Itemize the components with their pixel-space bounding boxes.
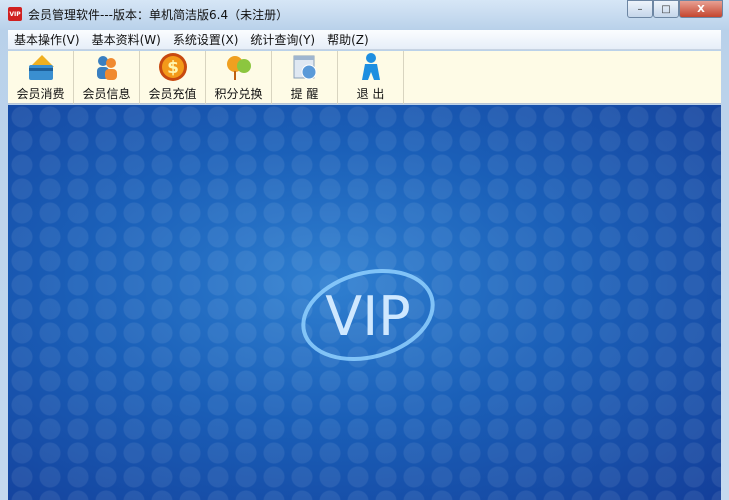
points-exchange-button[interactable]: 积分兑换 (206, 51, 272, 104)
main-background: VIP (8, 105, 721, 500)
exchange-icon (224, 52, 254, 82)
svg-text:$: $ (167, 58, 179, 78)
title-bar: VIP 会员管理软件---版本：单机简洁版6.4（未注册） – □ X (0, 0, 729, 28)
member-info-label: 会员信息 (82, 87, 131, 101)
member-info-button[interactable]: 会员信息 (74, 51, 140, 104)
exit-button[interactable]: 退 出 (338, 51, 404, 104)
menu-help[interactable]: 帮助(Z) (321, 31, 375, 48)
member-consume-button[interactable]: 会员消费 (8, 51, 74, 104)
reminder-clock-icon (290, 52, 320, 82)
credit-card-icon (26, 52, 56, 82)
maximize-button[interactable]: □ (653, 0, 679, 18)
member-consume-label: 会员消费 (16, 87, 65, 101)
menu-statistics[interactable]: 统计查询(Y) (244, 31, 321, 48)
dollar-coin-icon: $ (158, 52, 188, 82)
menu-bar: 基本操作(V) 基本资料(W) 系统设置(X) 统计查询(Y) 帮助(Z) (8, 30, 721, 50)
exit-person-icon (356, 52, 386, 82)
menu-basic-ops[interactable]: 基本操作(V) (8, 31, 86, 48)
users-icon (92, 52, 122, 82)
member-recharge-label: 会员充值 (148, 87, 197, 101)
toolbar: 会员消费 会员信息 $ 会员充值 积分兑换 提 醒 退 出 (8, 51, 721, 104)
points-exchange-label: 积分兑换 (214, 87, 263, 101)
reminder-label: 提 醒 (290, 87, 319, 101)
close-button[interactable]: X (679, 0, 723, 18)
menu-basic-data[interactable]: 基本资料(W) (86, 31, 167, 48)
vip-logo-text: VIP (325, 285, 410, 348)
menu-system-settings[interactable]: 系统设置(X) (167, 31, 245, 48)
minimize-button[interactable]: – (627, 0, 653, 18)
member-recharge-button[interactable]: $ 会员充值 (140, 51, 206, 104)
window-title: 会员管理软件---版本：单机简洁版6.4（未注册） (28, 7, 289, 22)
app-window: VIP 会员管理软件---版本：单机简洁版6.4（未注册） – □ X 基本操作… (0, 0, 729, 500)
app-icon: VIP (8, 7, 22, 21)
vip-logo: VIP (301, 268, 435, 362)
exit-label: 退 出 (356, 87, 385, 101)
reminder-button[interactable]: 提 醒 (272, 51, 338, 104)
